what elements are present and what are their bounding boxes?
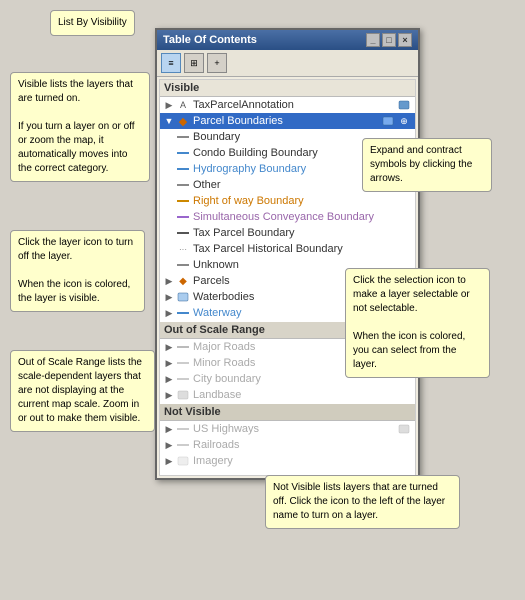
callout-selection-text: Click the selection icon to make a layer… bbox=[353, 275, 470, 370]
expand-arrow[interactable]: ▶ bbox=[164, 276, 174, 286]
add-data-button[interactable]: + bbox=[207, 53, 227, 73]
section-visible: Visible bbox=[160, 80, 415, 97]
layer-railroads[interactable]: ▶ Railroads bbox=[160, 437, 415, 453]
line-symbol bbox=[176, 162, 190, 176]
layer-action-icons bbox=[397, 422, 411, 436]
layer-name: Parcels bbox=[193, 275, 230, 287]
visibility-icon[interactable] bbox=[397, 98, 411, 112]
callout-layer-icon-text: Click the layer icon to turn off the lay… bbox=[18, 237, 133, 304]
callout-visible-text: Visible lists the layers that are turned… bbox=[18, 79, 135, 174]
layer-name: Parcel Boundaries bbox=[193, 115, 283, 127]
layer-name: Waterbodies bbox=[193, 291, 254, 303]
expand-arrow[interactable]: ▶ bbox=[164, 424, 174, 434]
expand-arrow[interactable]: ▶ bbox=[164, 358, 174, 368]
layer-name: US Highways bbox=[193, 423, 259, 435]
layer-us-highways[interactable]: ▶ US Highways bbox=[160, 421, 415, 437]
line-symbol bbox=[176, 130, 190, 144]
layer-landbase[interactable]: ▶ Landbase bbox=[160, 387, 415, 403]
layer-name: Condo Building Boundary bbox=[193, 147, 318, 159]
layer-name: City boundary bbox=[193, 373, 261, 385]
road-icon bbox=[176, 356, 190, 370]
line-symbol bbox=[176, 258, 190, 272]
diamond-icon: ◆ bbox=[176, 274, 190, 288]
minimize-button[interactable]: _ bbox=[366, 33, 380, 47]
layer-right-of-way[interactable]: Right of way Boundary bbox=[160, 193, 415, 209]
layer-name: Imagery bbox=[193, 455, 233, 467]
expand-arrow[interactable]: ▶ bbox=[164, 440, 174, 450]
layer-name: Tax Parcel Historical Boundary bbox=[193, 243, 343, 255]
callout-list-by-visibility: List By Visibility bbox=[50, 10, 135, 36]
toc-window: Table Of Contents _ □ × ≡ ⊞ + Visible ▶ … bbox=[155, 28, 420, 480]
toc-titlebar: Table Of Contents _ □ × bbox=[157, 30, 418, 50]
line-symbol bbox=[176, 146, 190, 160]
boundary-icon bbox=[176, 372, 190, 386]
layer-name: Hydrography Boundary bbox=[193, 163, 306, 175]
callout-layer-icon: Click the layer icon to turn off the lay… bbox=[10, 230, 145, 312]
polygon-icon bbox=[176, 388, 190, 402]
visibility-icon[interactable] bbox=[381, 114, 395, 128]
line-symbol bbox=[176, 210, 190, 224]
layer-parcel-boundaries[interactable]: ▼ ◆ Parcel Boundaries ⊕ bbox=[160, 113, 415, 129]
imagery-icon bbox=[176, 454, 190, 468]
highway-icon bbox=[176, 422, 190, 436]
road-icon bbox=[176, 340, 190, 354]
layer-name: Simultaneous Conveyance Boundary bbox=[193, 211, 374, 223]
layer-name: Major Roads bbox=[193, 341, 255, 353]
expand-arrow[interactable]: ▶ bbox=[164, 390, 174, 400]
layer-tax-parcel-historical[interactable]: ··· Tax Parcel Historical Boundary bbox=[160, 241, 415, 257]
polygon-icon bbox=[176, 290, 190, 304]
layer-imagery[interactable]: ▶ Imagery bbox=[160, 453, 415, 469]
group-icon: ◆ bbox=[176, 114, 190, 128]
layer-name: Waterway bbox=[193, 307, 242, 319]
layer-name: Tax Parcel Boundary bbox=[193, 227, 295, 239]
layer-name: Landbase bbox=[193, 389, 241, 401]
callout-expand-contract: Expand and contract symbols by clicking … bbox=[362, 138, 492, 192]
line-symbol bbox=[176, 194, 190, 208]
line-symbol bbox=[176, 226, 190, 240]
dots-symbol: ··· bbox=[176, 242, 190, 256]
expand-arrow[interactable]: ▼ bbox=[164, 116, 174, 126]
section-not-visible: Not Visible bbox=[160, 404, 415, 421]
callout-selection-icon: Click the selection icon to make a layer… bbox=[345, 268, 490, 378]
expand-arrow[interactable]: ▶ bbox=[164, 374, 174, 384]
layer-name: TaxParcelAnnotation bbox=[193, 99, 294, 111]
expand-arrow[interactable]: ▶ bbox=[164, 342, 174, 352]
annotation-icon: A bbox=[176, 98, 190, 112]
selection-icon[interactable]: ⊕ bbox=[397, 114, 411, 128]
callout-out-of-scale-text: Out of Scale Range lists the scale-depen… bbox=[18, 357, 142, 424]
expand-arrow[interactable]: ▶ bbox=[164, 100, 174, 110]
layer-name: Unknown bbox=[193, 259, 239, 271]
line-icon bbox=[176, 306, 190, 320]
callout-visible-desc: Visible lists the layers that are turned… bbox=[10, 72, 150, 182]
visibility-icon[interactable] bbox=[397, 422, 411, 436]
layer-name: Boundary bbox=[193, 131, 240, 143]
layer-name: Minor Roads bbox=[193, 357, 255, 369]
list-view-button[interactable]: ≡ bbox=[161, 53, 181, 73]
line-symbol bbox=[176, 178, 190, 192]
toc-title: Table Of Contents bbox=[163, 34, 257, 46]
expand-arrow[interactable]: ▶ bbox=[164, 292, 174, 302]
layer-action-icons: ⊕ bbox=[381, 114, 411, 128]
callout-out-of-scale: Out of Scale Range lists the scale-depen… bbox=[10, 350, 155, 432]
expand-arrow[interactable]: ▶ bbox=[164, 308, 174, 318]
layer-tax-parcel-boundary[interactable]: Tax Parcel Boundary bbox=[160, 225, 415, 241]
layer-simultaneous-conveyance[interactable]: Simultaneous Conveyance Boundary bbox=[160, 209, 415, 225]
layer-tax-parcel-annotation[interactable]: ▶ A TaxParcelAnnotation bbox=[160, 97, 415, 113]
callout-expand-text: Expand and contract symbols by clicking … bbox=[370, 145, 472, 184]
expand-arrow[interactable]: ▶ bbox=[164, 456, 174, 466]
layer-name: Right of way Boundary bbox=[193, 195, 304, 207]
layer-name: Other bbox=[193, 179, 221, 191]
layer-name: Railroads bbox=[193, 439, 239, 451]
toc-titlebar-icons: _ □ × bbox=[366, 33, 412, 47]
callout-not-visible-text: Not Visible lists layers that are turned… bbox=[273, 482, 445, 521]
maximize-button[interactable]: □ bbox=[382, 33, 396, 47]
callout-not-visible: Not Visible lists layers that are turned… bbox=[265, 475, 460, 529]
close-button[interactable]: × bbox=[398, 33, 412, 47]
railroad-icon bbox=[176, 438, 190, 452]
toc-toolbar: ≡ ⊞ + bbox=[157, 50, 418, 77]
layer-action-icons bbox=[397, 98, 411, 112]
properties-button[interactable]: ⊞ bbox=[184, 53, 204, 73]
